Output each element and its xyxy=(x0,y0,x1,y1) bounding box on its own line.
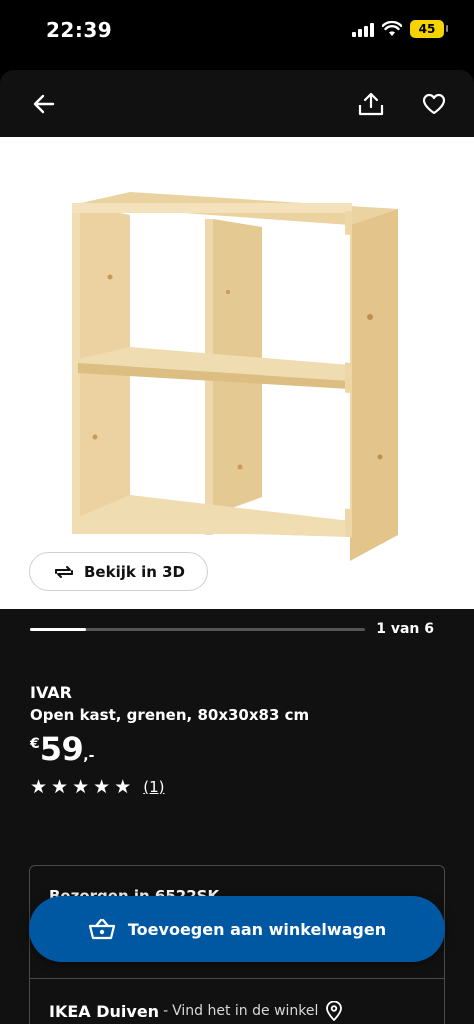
signal-icon xyxy=(352,21,374,37)
star-icon: ★ xyxy=(93,776,111,798)
store-row[interactable]: IKEA Duiven - Vind het in de winkel xyxy=(49,1001,343,1021)
status-bar: 22:39 45 xyxy=(0,0,474,62)
share-icon xyxy=(358,92,384,116)
header-sheet xyxy=(0,70,474,137)
carousel-progress-fill xyxy=(30,628,86,631)
store-find-link: Vind het in de winkel xyxy=(172,1003,319,1019)
back-button[interactable] xyxy=(28,88,60,120)
price-currency: € xyxy=(30,736,40,752)
shopping-basket-icon xyxy=(88,918,115,940)
add-to-cart-label: Toevoegen aan winkelwagen xyxy=(127,919,387,939)
view-3d-button[interactable]: Bekijk in 3D xyxy=(29,552,208,591)
rotate-3d-icon xyxy=(55,565,73,578)
star-icon: ★ xyxy=(72,776,90,798)
product-price: € 59 ,- xyxy=(30,732,94,766)
product-description: Open kast, grenen, 80x30x83 cm xyxy=(30,706,310,724)
battery-indicator: 45 xyxy=(410,20,448,38)
view-3d-label: Bekijk in 3D xyxy=(84,562,185,581)
card-divider xyxy=(30,978,444,979)
star-icon: ★ xyxy=(114,776,132,798)
price-decimals: ,- xyxy=(83,748,95,764)
favorite-button[interactable] xyxy=(418,88,450,120)
status-icons: 45 xyxy=(352,20,448,38)
location-pin-icon xyxy=(326,1001,343,1021)
shelf-illustration xyxy=(72,192,398,561)
wifi-icon xyxy=(382,21,402,36)
star-icon: ★ xyxy=(30,776,48,798)
status-time: 22:39 xyxy=(46,18,113,42)
product-brand: IVAR xyxy=(30,683,72,702)
heart-icon xyxy=(422,93,446,115)
carousel-counter: 1 van 6 xyxy=(376,621,434,637)
product-image[interactable] xyxy=(0,137,474,609)
store-name: IKEA Duiven xyxy=(49,1001,160,1021)
store-separator: - xyxy=(163,1003,169,1019)
carousel-progress-track xyxy=(30,628,365,631)
price-amount: 59 xyxy=(39,730,84,768)
product-rating[interactable]: ★ ★ ★ ★ ★ (1) xyxy=(30,777,164,797)
add-to-cart-button[interactable]: Toevoegen aan winkelwagen xyxy=(29,896,445,962)
share-button[interactable] xyxy=(355,88,387,120)
star-icon: ★ xyxy=(51,776,69,798)
arrow-left-icon xyxy=(33,94,55,114)
review-count-link[interactable]: (1) xyxy=(143,778,164,796)
